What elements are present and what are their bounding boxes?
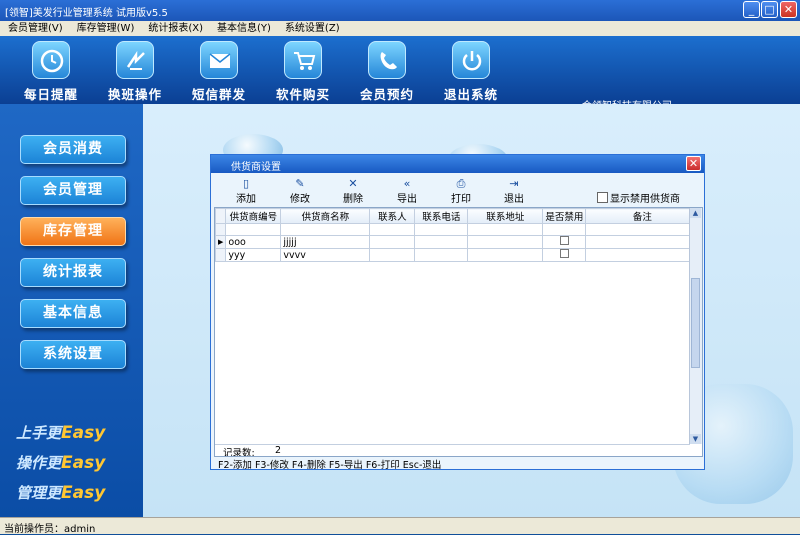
scroll-up-icon[interactable]: ▲ [690, 208, 701, 218]
window-title: [领智]美发行业管理系统 试用版v5.5 [5, 8, 168, 19]
col-name[interactable]: 供货商名称 [280, 208, 371, 224]
slogan-2: 操作更Easy [16, 453, 106, 473]
add-icon: ▯ [242, 177, 250, 190]
record-count-label: 记录数: [223, 448, 255, 457]
table-header-row: 供货商编号 供货商名称 联系人 联系电话 联系地址 是否禁用 备注 [215, 208, 700, 224]
menu-bar: 会员管理(V) 库存管理(W) 统计报表(X) 基本信息(Y) 系统设置(Z) [0, 21, 800, 37]
cart-icon [284, 41, 322, 79]
print-button[interactable]: ⎙ 打印 [441, 177, 481, 205]
cell-contact[interactable] [369, 235, 416, 249]
col-disabled[interactable]: 是否禁用 [542, 208, 587, 224]
col-note[interactable]: 备注 [585, 208, 700, 224]
cell-phone[interactable] [414, 235, 469, 249]
col-address[interactable]: 联系地址 [467, 208, 544, 224]
filter-row [215, 223, 700, 236]
cell-note[interactable] [585, 248, 700, 262]
sms-broadcast-button[interactable]: 短信群发 [176, 36, 262, 104]
add-button[interactable]: ▯ 添加 [226, 177, 266, 205]
supplier-grid: 供货商编号 供货商名称 联系人 联系电话 联系地址 是否禁用 备注 ▶ ooo … [214, 207, 703, 457]
dialog-title: 供货商设置 [231, 162, 281, 173]
slogan-3: 管理更Easy [16, 483, 106, 503]
scroll-down-icon[interactable]: ▼ [690, 434, 701, 444]
minimize-button[interactable]: _ [743, 1, 760, 18]
sidebar-item-system-settings[interactable]: 系统设置 [20, 340, 126, 369]
table-row[interactable]: yyy vvvv [215, 248, 700, 262]
phone-icon [368, 41, 406, 79]
edit-button[interactable]: ✎ 修改 [280, 177, 320, 205]
current-row-marker: ▶ [215, 235, 227, 249]
daily-reminder-button[interactable]: 每日提醒 [8, 36, 94, 104]
menu-member[interactable]: 会员管理(V) [0, 21, 69, 36]
envelope-icon [200, 41, 238, 79]
cell-address[interactable] [467, 235, 544, 249]
member-booking-button[interactable]: 会员预约 [344, 36, 430, 104]
supplier-dialog: 供货商设置 ✕ ▯ 添加 ✎ 修改 ✕ 删除 «导出 ⎙ 打印 ⇥ 退出 显示禁用供货商 … [210, 154, 705, 471]
close-button[interactable]: ✕ [780, 1, 797, 18]
cell-code[interactable]: ooo [225, 235, 282, 249]
sidebar-item-member-consumption[interactable]: 会员消费 [20, 135, 126, 164]
shift-change-button[interactable]: 换班操作 [92, 36, 178, 104]
show-disabled-checkbox[interactable]: 显示禁用供货商 [597, 190, 680, 205]
sidebar-item-basic-info[interactable]: 基本信息 [20, 299, 126, 328]
menu-reports[interactable]: 统计报表(X) [140, 21, 209, 36]
row-indicator-header [215, 208, 227, 224]
table-row[interactable]: ▶ ooo jjjjj [215, 235, 700, 249]
power-icon [452, 41, 490, 79]
cell-phone[interactable] [414, 248, 469, 262]
cell-name[interactable]: jjjjj [280, 235, 371, 249]
cell-note[interactable] [585, 235, 700, 249]
cell-code[interactable]: yyy [225, 248, 282, 262]
main-toolbar: 每日提醒 换班操作 短信群发 软件购买 会员预约 退出系统 金领智科技有限公司 … [0, 36, 800, 125]
delete-button[interactable]: ✕ 删除 [333, 177, 373, 205]
cell-contact[interactable] [369, 248, 416, 262]
slogan-1: 上手更Easy [16, 423, 106, 443]
status-bar: 当前操作员：admin [0, 517, 800, 535]
shortcut-hint: F2-添加 F3-修改 F4-删除 F5-导出 F6-打印 Esc-退出 [218, 460, 442, 471]
menu-settings[interactable]: 系统设置(Z) [277, 21, 346, 36]
exit-button[interactable]: ⇥ 退出 [494, 177, 534, 205]
col-phone[interactable]: 联系电话 [414, 208, 469, 224]
sidebar-item-member-management[interactable]: 会员管理 [20, 176, 126, 205]
col-code[interactable]: 供货商编号 [225, 208, 282, 224]
maximize-button[interactable]: □ [761, 1, 778, 18]
sidebar-item-reports[interactable]: 统计报表 [20, 258, 126, 287]
exit-icon: ⇥ [509, 177, 519, 190]
print-icon: ⎙ [456, 177, 466, 190]
supplier-table: 供货商编号 供货商名称 联系人 联系电话 联系地址 是否禁用 备注 ▶ ooo … [215, 208, 700, 262]
sidebar: 会员消费 会员管理 库存管理 统计报表 基本信息 系统设置 上手更Easy 操作… [0, 104, 143, 517]
delete-icon: ✕ [348, 177, 358, 190]
exit-system-button[interactable]: 退出系统 [428, 36, 514, 104]
cell-disabled-checkbox[interactable] [542, 248, 587, 262]
grid-footer: 记录数: 2 [215, 444, 690, 457]
cell-disabled-checkbox[interactable] [542, 235, 587, 249]
cell-name[interactable]: vvvv [280, 248, 371, 262]
swap-icon [116, 41, 154, 79]
title-bar: [领智]美发行业管理系统 试用版v5.5 _ □ ✕ [0, 0, 800, 21]
menu-inventory[interactable]: 库存管理(W) [69, 21, 141, 36]
edit-icon: ✎ [295, 177, 305, 190]
buy-software-button[interactable]: 软件购买 [260, 36, 346, 104]
menu-basic-info[interactable]: 基本信息(Y) [209, 21, 277, 36]
export-icon: « [403, 177, 411, 190]
dialog-close-button[interactable]: ✕ [686, 156, 701, 171]
cell-address[interactable] [467, 248, 544, 262]
sidebar-item-inventory[interactable]: 库存管理 [20, 217, 126, 246]
col-contact[interactable]: 联系人 [369, 208, 416, 224]
vertical-scrollbar[interactable]: ▲ ▼ [689, 208, 702, 444]
clock-icon [32, 41, 70, 79]
export-button[interactable]: «导出 [387, 177, 427, 205]
scroll-thumb[interactable] [691, 278, 700, 368]
record-count-value: 2 [275, 445, 282, 456]
checkbox-box[interactable] [597, 192, 608, 203]
dialog-title-bar: 供货商设置 ✕ [211, 155, 704, 173]
